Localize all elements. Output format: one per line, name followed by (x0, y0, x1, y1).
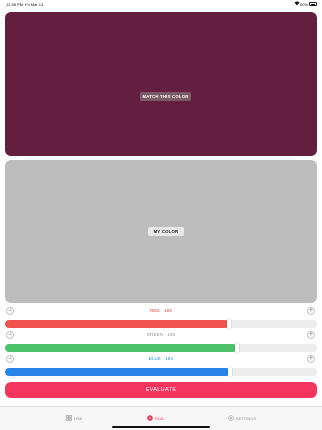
blue-slider-thumb[interactable] (228, 367, 232, 377)
green-slider-fill (5, 344, 237, 352)
red-increment-button[interactable]: + (307, 307, 315, 315)
green-increment-button[interactable]: + (307, 331, 315, 339)
red-slider[interactable] (5, 319, 317, 329)
home-indicator (112, 426, 210, 428)
blue-slider-fill (5, 368, 230, 376)
green-value-label: GREEN · 190 (146, 332, 176, 337)
tab-settings-label: SETTINGS (236, 415, 257, 421)
tab-settings[interactable]: SETTINGS (228, 414, 256, 422)
status-time: 12:38 PM (6, 2, 24, 7)
target-color-swatch: MATCH THIS COLOR (5, 12, 317, 156)
red-slider-fill (5, 320, 229, 328)
tab-hsb[interactable]: HSB (66, 414, 82, 422)
my-color-label: MY COLOR (148, 227, 184, 236)
blue-slider-header: − BLUE · 184 + (0, 355, 322, 365)
red-slider-thumb[interactable] (227, 319, 231, 329)
evaluate-button[interactable]: EVALUATE (5, 382, 317, 398)
battery-icon (309, 2, 317, 6)
match-this-color-label: MATCH THIS COLOR (140, 92, 191, 101)
gear-icon (228, 415, 234, 421)
status-bar: 12:38 PM Fri Mar 13 60% (0, 0, 322, 9)
tab-hsb-label: HSB (74, 415, 83, 421)
blue-value-label: BLUE · 184 (148, 356, 174, 361)
rgb-circle-icon (147, 415, 153, 421)
red-value-label: RED · 183 (150, 308, 172, 313)
green-slider[interactable] (5, 343, 317, 353)
red-slider-header: − RED · 183 + (0, 307, 322, 317)
tab-rgb-label: RGB (155, 415, 164, 421)
grid-icon (66, 415, 72, 421)
blue-increment-button[interactable]: + (307, 355, 315, 363)
tab-bar: HSB RGB SETTINGS (0, 406, 322, 430)
green-slider-header: − GREEN · 190 + (0, 331, 322, 341)
my-color-swatch: MY COLOR (5, 160, 317, 303)
status-date: Fri Mar 13 (25, 2, 44, 7)
green-slider-thumb[interactable] (235, 343, 239, 353)
battery-percent: 60% (300, 2, 309, 7)
blue-slider[interactable] (5, 367, 317, 377)
tab-rgb[interactable]: RGB (147, 414, 164, 422)
